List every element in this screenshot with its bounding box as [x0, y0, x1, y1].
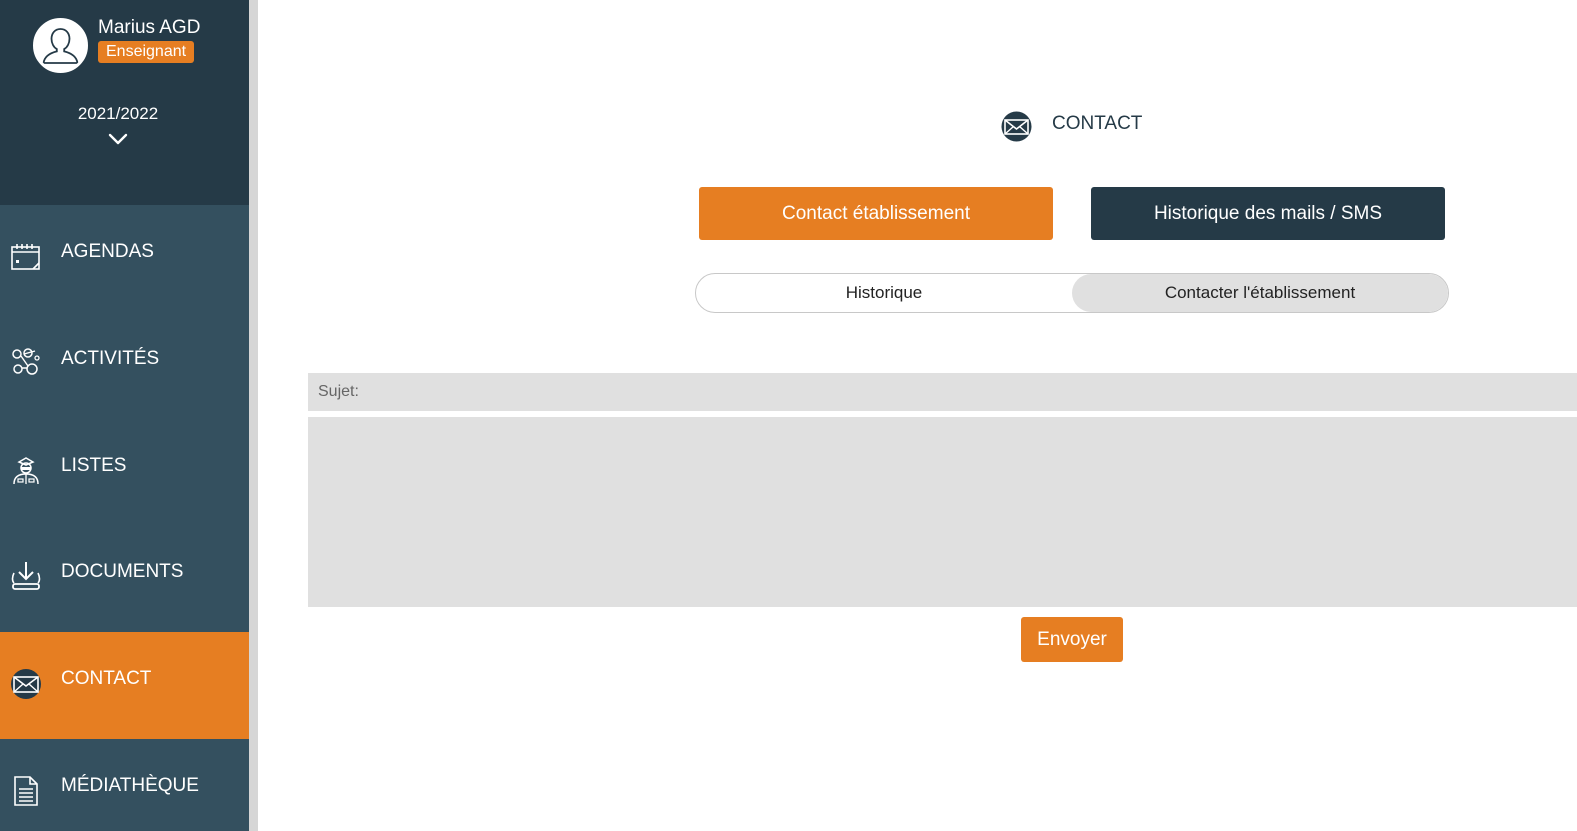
user-name: Marius AGD [98, 17, 201, 38]
user-avatar-icon[interactable] [33, 18, 88, 73]
envelope-icon [11, 669, 41, 699]
chevron-down-icon[interactable] [108, 132, 128, 146]
sidebar-item-mediatheque[interactable]: MÉDIATHÈQUE [0, 739, 249, 831]
tab-contacter-etablissement[interactable]: Contacter l'établissement [1072, 274, 1448, 312]
sidebar-item-documents[interactable]: DOCUMENTS [0, 525, 249, 632]
sidebar-item-label: LISTES [61, 455, 127, 476]
sidebar-item-label: DOCUMENTS [61, 561, 184, 582]
sidebar-item-listes[interactable]: LISTES [0, 419, 249, 526]
send-button[interactable]: Envoyer [1021, 617, 1123, 662]
sidebar-item-contact[interactable]: CONTACT [0, 632, 249, 739]
students-icon [13, 457, 39, 485]
contact-establishment-button[interactable]: Contact établissement [699, 187, 1053, 240]
message-textarea[interactable] [308, 417, 1577, 607]
document-icon [14, 776, 38, 806]
download-icon [11, 562, 41, 590]
tab-switcher: Historique Contacter l'établissement [695, 273, 1449, 313]
sidebar-divider [249, 0, 258, 831]
sidebar-item-label: CONTACT [61, 668, 152, 689]
envelope-icon [1001, 111, 1032, 142]
sidebar-item-label: MÉDIATHÈQUE [61, 775, 199, 796]
sidebar-item-agendas[interactable]: AGENDAS [0, 205, 249, 312]
activities-icon [12, 348, 40, 375]
page-title: CONTACT [1052, 113, 1143, 134]
profile-panel: Marius AGD Enseignant 2021/2022 [0, 0, 249, 205]
sidebar-item-activites[interactable]: ACTIVITÉS [0, 312, 249, 419]
mail-sms-history-button[interactable]: Historique des mails / SMS [1091, 187, 1445, 240]
calendar-icon [11, 244, 40, 270]
subject-input[interactable] [308, 373, 1577, 411]
school-year[interactable]: 2021/2022 [0, 104, 236, 124]
sidebar-item-label: AGENDAS [61, 241, 154, 262]
sidebar: Marius AGD Enseignant 2021/2022 AGENDAS [0, 0, 249, 831]
role-badge: Enseignant [98, 41, 195, 63]
tab-historique[interactable]: Historique [696, 274, 1072, 312]
sidebar-item-label: ACTIVITÉS [61, 348, 160, 369]
